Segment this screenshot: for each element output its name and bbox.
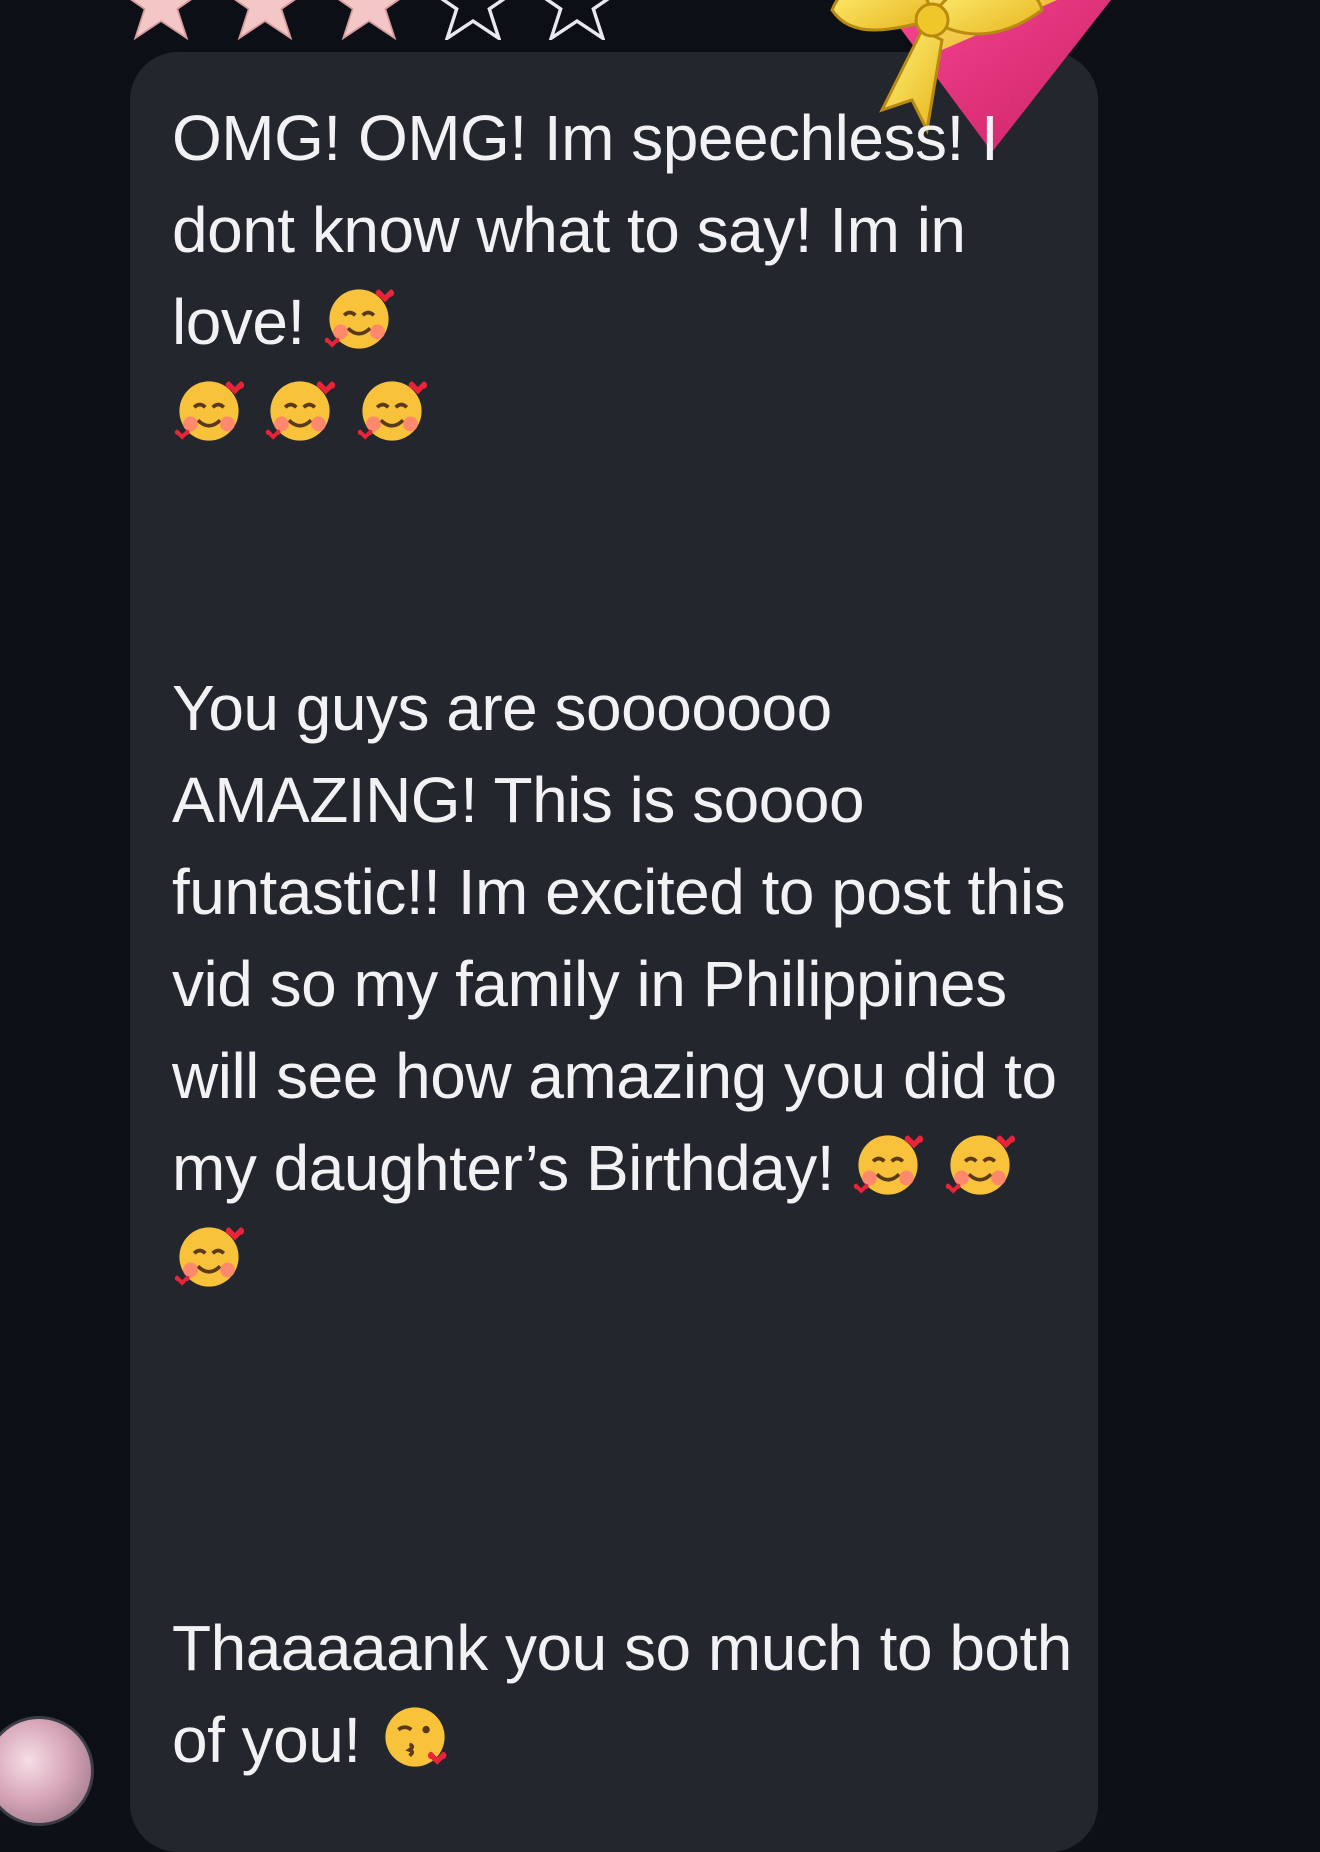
smiling-face-with-hearts-icon [854, 1135, 924, 1195]
message-paragraph: You guys are sooooooo AMAZING! This is s… [172, 662, 1072, 1306]
message-text: OMG! OMG! Im speechless! I dont know wha… [172, 102, 1016, 358]
star-empty-icon [440, 0, 506, 40]
star-filled-icon [234, 0, 296, 40]
smiling-face-with-hearts-icon [174, 381, 245, 441]
message-paragraph: OMG! OMG! Im speechless! I dont know wha… [172, 92, 1072, 460]
message-paragraph: Thaaaaank you so much to both of you! [172, 1602, 1072, 1786]
rating-stars [118, 0, 620, 40]
star-filled-icon [130, 0, 192, 40]
smiling-face-with-hearts-icon [266, 381, 336, 441]
chat-screen: OMG! OMG! Im speechless! I dont know wha… [0, 0, 1320, 1852]
star-empty-icon [544, 0, 610, 40]
star-filled-icon [338, 0, 400, 40]
smiling-face-with-hearts-icon [174, 1227, 245, 1287]
message-text: Thaaaaank you so much to both of you! [172, 1612, 1090, 1776]
smiling-face-with-hearts-icon [945, 1135, 1015, 1195]
face-blowing-kiss-icon [385, 1707, 447, 1767]
smiling-face-with-hearts-icon [357, 381, 427, 441]
smiling-face-with-hearts-icon [324, 289, 395, 349]
message-text: You guys are sooooooo AMAZING! This is s… [172, 672, 1083, 1204]
avatar[interactable] [0, 1716, 94, 1826]
